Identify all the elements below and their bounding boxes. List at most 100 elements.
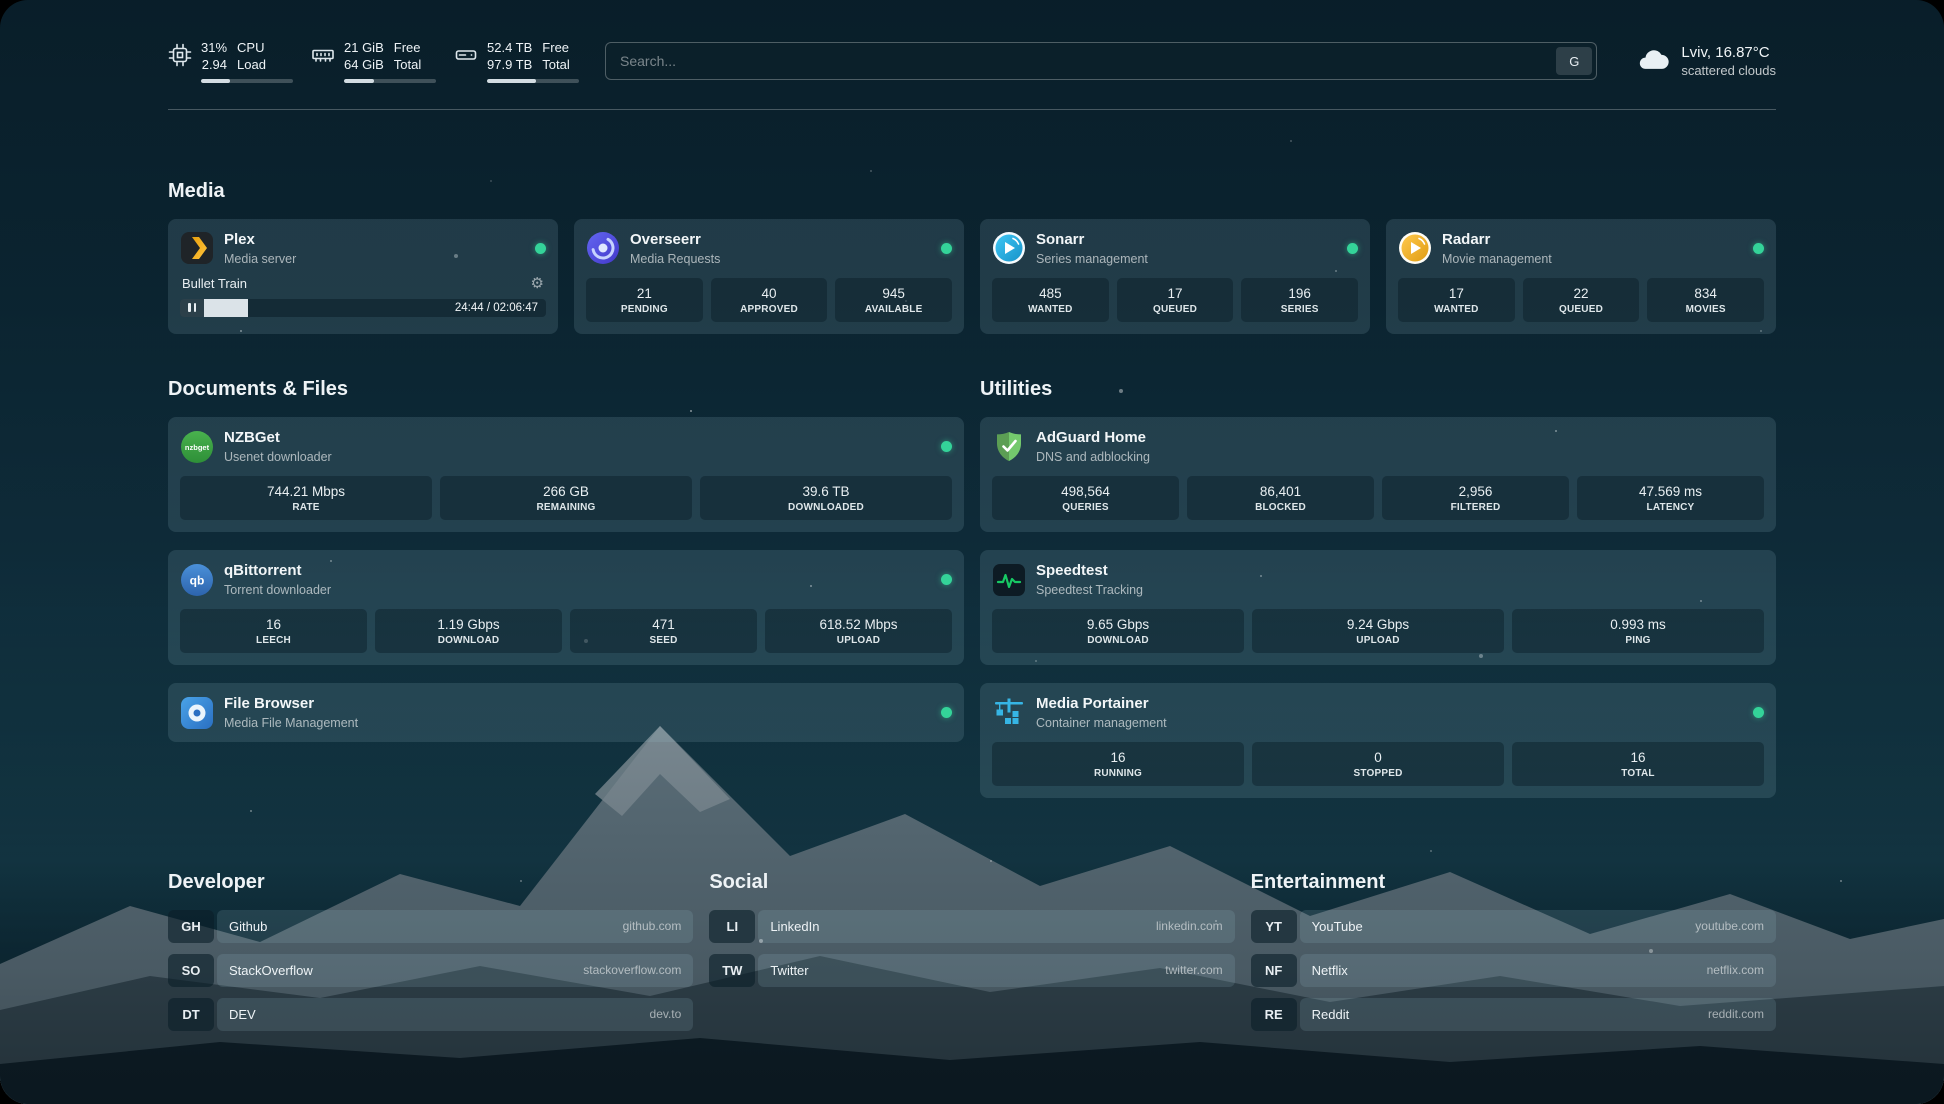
stat-label: QUEUED xyxy=(1121,304,1230,315)
disk-progress-track xyxy=(487,79,579,83)
stat-value: 471 xyxy=(574,617,753,632)
memory-widget: 21 GiB 64 GiB Free Total xyxy=(311,40,436,83)
stats-row: 744.21 Mbps RATE 266 GB REMAINING 39.6 T… xyxy=(180,476,952,520)
bookmarks-area: Developer GH Github github.com SO StackO… xyxy=(168,854,1776,1031)
stat-label: MOVIES xyxy=(1651,304,1760,315)
service-card-radarr[interactable]: Radarr Movie management 17 WANTED 22 QUE… xyxy=(1386,219,1776,334)
stat-label: WANTED xyxy=(996,304,1105,315)
service-card-portainer[interactable]: Media Portainer Container management 16 … xyxy=(980,683,1776,798)
service-name: Media Portainer xyxy=(1036,695,1167,713)
bookmark-reddit[interactable]: RE Reddit reddit.com xyxy=(1251,998,1776,1031)
service-name: File Browser xyxy=(224,695,358,713)
stat: 471 SEED xyxy=(570,609,757,653)
bookmark-youtube[interactable]: YT YouTube youtube.com xyxy=(1251,910,1776,943)
stat: 485 WANTED xyxy=(992,278,1109,322)
stat: 266 GB REMAINING xyxy=(440,476,692,520)
bookmark-name: Netflix xyxy=(1312,963,1348,978)
bookmark-abbr: RE xyxy=(1251,998,1297,1031)
playback-progress-track: 24:44 / 02:06:47 xyxy=(180,299,546,317)
status-dot xyxy=(941,243,952,254)
memory-icon xyxy=(311,43,335,67)
stat-value: 1.19 Gbps xyxy=(379,617,558,632)
bookmark-domain: dev.to xyxy=(650,1007,682,1021)
stat: 16 LEECH xyxy=(180,609,367,653)
bookmark-name: Github xyxy=(229,919,267,934)
bookmark-name: Reddit xyxy=(1312,1007,1350,1022)
utilities-section-heading: Utilities xyxy=(980,378,1776,401)
stat: 22 QUEUED xyxy=(1523,278,1640,322)
stat: 47.569 ms LATENCY xyxy=(1577,476,1764,520)
documents-column: Documents & Files nzbget NZBGet xyxy=(168,362,964,799)
developer-heading: Developer xyxy=(168,871,693,894)
status-dot xyxy=(535,243,546,254)
service-card-plex[interactable]: Plex Media server Bullet Train ⚙ 24:44 /… xyxy=(168,219,558,334)
service-card-filebrowser[interactable]: File Browser Media File Management xyxy=(168,683,964,742)
disk-total-value: 97.9 TB xyxy=(487,57,532,74)
cpu-widget: 31% 2.94 CPU Load xyxy=(168,40,293,83)
stat: 16 RUNNING xyxy=(992,742,1244,786)
playback-time: 24:44 / 02:06:47 xyxy=(455,299,538,317)
stat-value: 17 xyxy=(1121,286,1230,301)
status-dot xyxy=(1347,243,1358,254)
service-card-overseerr[interactable]: Overseerr Media Requests 21 PENDING 40 A… xyxy=(574,219,964,334)
stat: 0.993 ms PING xyxy=(1512,609,1764,653)
nzbget-icon-text: nzbget xyxy=(185,443,210,452)
stat-value: 196 xyxy=(1245,286,1354,301)
bookmark-linkedin[interactable]: LI LinkedIn linkedin.com xyxy=(709,910,1234,943)
service-card-speedtest[interactable]: Speedtest Speedtest Tracking 9.65 Gbps D… xyxy=(980,550,1776,665)
status-dot xyxy=(1753,707,1764,718)
stat-label: LEECH xyxy=(184,635,363,646)
weather-location: Lviv, 16.87°C xyxy=(1681,44,1776,61)
stat: 39.6 TB DOWNLOADED xyxy=(700,476,952,520)
service-name: NZBGet xyxy=(224,429,332,447)
stat-value: 618.52 Mbps xyxy=(769,617,948,632)
service-card-sonarr[interactable]: Sonarr Series management 485 WANTED 17 Q… xyxy=(980,219,1370,334)
stat-label: RUNNING xyxy=(996,768,1240,779)
social-heading: Social xyxy=(709,871,1234,894)
stat: 498,564 QUERIES xyxy=(992,476,1179,520)
bookmark-twitter[interactable]: TW Twitter twitter.com xyxy=(709,954,1234,987)
stat-label: UPLOAD xyxy=(769,635,948,646)
stat: 2,956 FILTERED xyxy=(1382,476,1569,520)
search-input[interactable] xyxy=(605,42,1597,80)
stats-row: 498,564 QUERIES 86,401 BLOCKED 2,956 FIL… xyxy=(992,476,1764,520)
stats-row: 16 LEECH 1.19 Gbps DOWNLOAD 471 SEED xyxy=(180,609,952,653)
stat-value: 21 xyxy=(590,286,699,301)
stat-label: LATENCY xyxy=(1581,502,1760,513)
overseerr-icon xyxy=(586,231,620,265)
bookmark-stackoverflow[interactable]: SO StackOverflow stackoverflow.com xyxy=(168,954,693,987)
bookmark-github[interactable]: GH Github github.com xyxy=(168,910,693,943)
stat-label: WANTED xyxy=(1402,304,1511,315)
media-grid: Plex Media server Bullet Train ⚙ 24:44 /… xyxy=(168,219,1776,334)
search-provider-button[interactable]: G xyxy=(1556,47,1592,75)
service-card-adguard[interactable]: AdGuard Home DNS and adblocking 498,564 … xyxy=(980,417,1776,532)
pause-button[interactable] xyxy=(180,299,204,317)
stat-label: SERIES xyxy=(1245,304,1354,315)
dashboard-screen: 31% 2.94 CPU Load xyxy=(0,0,1944,1104)
bookmark-name: YouTube xyxy=(1312,919,1363,934)
stat-value: 266 GB xyxy=(444,484,688,499)
status-dot xyxy=(1753,243,1764,254)
adguard-icon xyxy=(992,430,1026,464)
stat-label: DOWNLOAD xyxy=(996,635,1240,646)
nzbget-icon: nzbget xyxy=(180,430,214,464)
stat: 196 SERIES xyxy=(1241,278,1358,322)
bookmark-name: Twitter xyxy=(770,963,808,978)
service-card-qbittorrent[interactable]: qb qBittorrent Torrent downloader 16 xyxy=(168,550,964,665)
service-card-nzbget[interactable]: nzbget NZBGet Usenet downloader 744.21 M… xyxy=(168,417,964,532)
bookmark-group-entertainment: Entertainment YT YouTube youtube.com NF … xyxy=(1251,854,1776,1031)
stat-label: RATE xyxy=(184,502,428,513)
stat-label: SEED xyxy=(574,635,753,646)
cpu-data: 31% 2.94 CPU Load xyxy=(201,40,293,83)
stats-row: 485 WANTED 17 QUEUED 196 SERIES xyxy=(992,278,1358,322)
stat-value: 498,564 xyxy=(996,484,1175,499)
service-name: Sonarr xyxy=(1036,231,1148,249)
search-bar: G xyxy=(605,42,1597,80)
bookmark-netflix[interactable]: NF Netflix netflix.com xyxy=(1251,954,1776,987)
stat-value: 39.6 TB xyxy=(704,484,948,499)
bookmark-dev[interactable]: DT DEV dev.to xyxy=(168,998,693,1031)
gear-icon[interactable]: ⚙ xyxy=(531,276,544,291)
speedtest-icon xyxy=(992,563,1026,597)
entertainment-heading: Entertainment xyxy=(1251,871,1776,894)
media-section-heading: Media xyxy=(168,180,1776,203)
